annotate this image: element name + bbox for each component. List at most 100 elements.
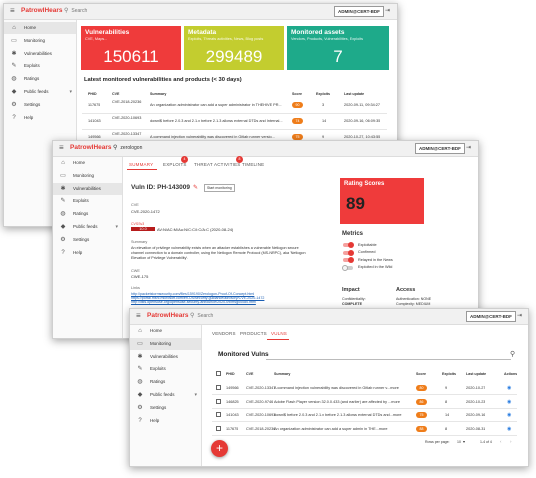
access-complexity: Complexity: MEDIUM (396, 302, 431, 306)
eye-icon[interactable]: ◉ (507, 412, 511, 418)
sidebar-item-vulnerabilities[interactable]: ✱ Vulnerabilities (4, 48, 76, 60)
search-input[interactable]: ⚲ zerologon (113, 144, 313, 152)
summary-line: Elevation of Privilege Vulnerability'. (131, 256, 189, 260)
sidebar-item-label: Settings (73, 236, 90, 242)
eye-icon[interactable]: ◉ (507, 399, 511, 405)
sidebar-item-monitoring[interactable]: ▭ Monitoring (53, 170, 122, 182)
sidebar-item-help[interactable]: ? Help (4, 112, 76, 124)
card-subtitle: Vendors, Products, Vulnerabilities, Expl… (291, 37, 364, 41)
score-badge: 80 (416, 385, 427, 391)
row-checkbox[interactable] (216, 425, 221, 431)
sidebar-item-monitoring[interactable]: ▭ Monitoring (4, 35, 76, 47)
sidebar-item-public-feeds[interactable]: ◆ Public feeds ▾ (4, 86, 76, 98)
chevron-down-icon[interactable]: ▾ (463, 439, 465, 444)
sidebar-item-settings[interactable]: ⚙ Settings (4, 99, 76, 111)
sidebar-item-vulnerabilities[interactable]: ✱ Vulnerabilities (53, 182, 122, 195)
metric-label: Exploited in the Wild (358, 265, 393, 269)
sidebar-item-settings[interactable]: ⚙ Settings (130, 402, 201, 414)
sidebar-item-label: Settings (24, 101, 41, 107)
cve-cell: CVE-2020-10693 (112, 116, 142, 120)
search-underline (266, 359, 511, 360)
sidebar-item-ratings[interactable]: ◍ Ratings (53, 208, 122, 220)
sidebar-item-exploits[interactable]: ✎ Exploits (4, 60, 76, 72)
monitored-assets-card[interactable]: Monitored assets Vendors, Products, Vuln… (287, 26, 389, 70)
sidebar-item-label: Vulnerabilities (24, 50, 52, 56)
eye-icon[interactable]: ◉ (507, 426, 511, 432)
column-header: Last update (344, 92, 365, 96)
row-checkbox[interactable] (216, 412, 221, 417)
sidebar-item-public-feeds[interactable]: ◆ Public feeds ▾ (53, 221, 122, 233)
user-button[interactable]: ADMIN@CERT-BDF (466, 311, 516, 322)
column-header: Actions (504, 372, 518, 376)
chevron-down-icon: ▾ (115, 224, 118, 230)
metadata-card[interactable]: Metadata Exploits, Threats activities, N… (184, 26, 284, 70)
sidebar-item-label: Help (150, 417, 160, 423)
sidebar-item-ratings[interactable]: ◍ Ratings (130, 376, 201, 388)
menu-icon[interactable]: ≡ (10, 7, 15, 15)
flask-icon: ✎ (137, 366, 143, 373)
sidebar-item-help[interactable]: ? Help (53, 247, 122, 259)
sidebar-item-exploits[interactable]: ✎ Exploits (130, 363, 201, 375)
tab-products[interactable]: PRODUCTS (240, 331, 267, 336)
metric-label: Confirmed (358, 250, 376, 254)
search-input[interactable]: ⚲ Search (190, 312, 390, 320)
sidebar-item-home[interactable]: ⌂ Home (53, 157, 122, 169)
last-update-cell: 2020-10-27 (466, 386, 486, 390)
select-all-checkbox[interactable] (216, 371, 221, 376)
prev-page-icon[interactable]: ‹ (500, 439, 502, 444)
toggle-switch[interactable] (343, 249, 354, 256)
cwe-value: CWE-175 (131, 274, 149, 279)
toggle-switch[interactable] (343, 242, 354, 248)
sidebar-item-exploits[interactable]: ✎ Exploits (53, 195, 122, 207)
rating-score-card: Rating Scores 89 (340, 178, 424, 224)
sidebar-item-label: Home (73, 160, 86, 165)
table-search-icon[interactable]: ⚲ (510, 350, 515, 358)
start-monitoring-button[interactable]: Start monitoring (204, 184, 235, 192)
last-update-cell: 2020-10-27, 10:43:55 (344, 135, 381, 139)
tab-vulns[interactable]: VULNS (271, 331, 287, 336)
active-tab-indicator (127, 169, 157, 170)
tab-timeline[interactable]: TIMELINE (242, 162, 264, 167)
tab-threat-activities[interactable]: THREAT ACTIVITIES (194, 162, 241, 167)
next-page-icon[interactable]: › (510, 439, 512, 444)
logout-icon[interactable]: ⇥ (517, 312, 522, 319)
sidebar-item-home[interactable]: ⌂ Home (130, 325, 201, 337)
summary-cell: A command injection vulnerability was di… (150, 135, 275, 139)
tab-vendors[interactable]: VENDORS (212, 331, 236, 336)
sidebar: ⌂ Home ▭ Monitoring ✱ Vulnerabilities ✎ Exploit… (53, 157, 123, 338)
sidebar-item-ratings[interactable]: ◍ Ratings (4, 73, 76, 85)
add-button[interactable]: + (211, 440, 228, 457)
help-icon: ? (12, 114, 16, 121)
toggle-knob (342, 264, 348, 271)
column-header: Exploits (442, 372, 456, 376)
reference-link[interactable]: http://lists.opensuse.org/opensuse-secur… (131, 300, 256, 304)
toggle-switch[interactable] (342, 264, 353, 271)
sidebar-item-label: Public feeds (24, 89, 49, 94)
row-checkbox[interactable] (216, 398, 221, 404)
sidebar-item-settings[interactable]: ⚙ Settings (53, 234, 122, 246)
rows-per-page-select[interactable]: 10 (457, 440, 461, 444)
eye-icon[interactable]: ◉ (507, 385, 511, 391)
sidebar-item-monitoring[interactable]: ▭ Monitoring (130, 337, 201, 350)
tab-summary[interactable]: SUMMARY (129, 162, 153, 167)
sidebar-item-label: Ratings (150, 379, 166, 385)
vulnerabilities-card[interactable]: Vulnerabilities CVE, Maps... 150611 (81, 26, 181, 70)
user-button[interactable]: ADMIN@CERT-BDF (415, 143, 465, 154)
menu-icon[interactable]: ≡ (136, 312, 141, 320)
logout-icon[interactable]: ⇥ (466, 144, 471, 151)
edit-icon[interactable]: ✎ (193, 184, 198, 191)
sidebar-item-home[interactable]: ⌂ Home (4, 22, 76, 34)
sidebar-item-help[interactable]: ? Help (130, 415, 201, 427)
logout-icon[interactable]: ⇥ (385, 7, 390, 14)
top-bar: ≡ PatrowlHears ⚲ Search ADMIN@CERT-BDF ⇥ (4, 4, 397, 20)
search-input[interactable]: ⚲ Search (64, 7, 264, 15)
access-authentication: Authentication: NONE (396, 297, 432, 301)
row-checkbox[interactable] (216, 385, 221, 390)
sidebar-item-vulnerabilities[interactable]: ✱ Vulnerabilities (130, 351, 201, 363)
toggle-switch[interactable] (343, 257, 354, 263)
row-divider (82, 129, 387, 130)
user-button[interactable]: ADMIN@CERT-BDF (334, 6, 384, 17)
menu-icon[interactable]: ≡ (59, 144, 64, 152)
summary-cell: downl$ before 2.0.3 and 2.1.x before 2.1… (274, 413, 402, 417)
sidebar-item-public-feeds[interactable]: ◆ Public feeds ▾ (130, 389, 201, 401)
